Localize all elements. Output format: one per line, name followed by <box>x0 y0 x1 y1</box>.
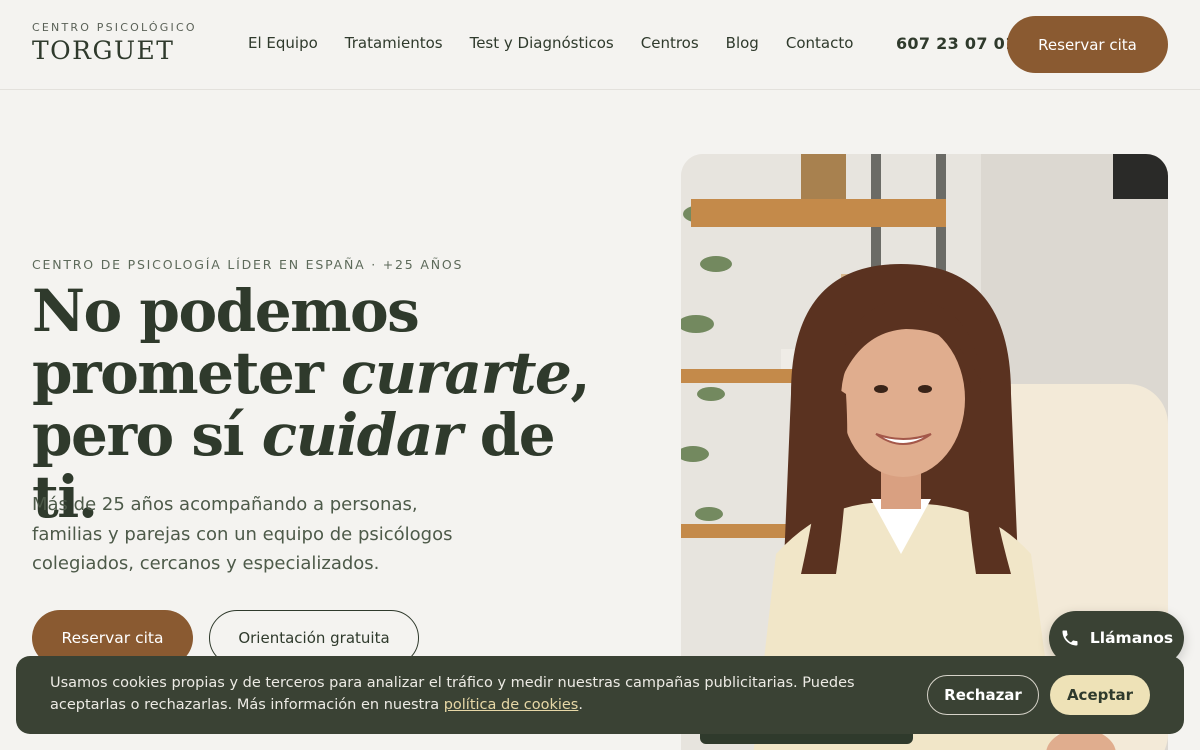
cookie-accept-button[interactable]: Aceptar <box>1050 675 1150 715</box>
cookie-policy-link[interactable]: política de cookies <box>444 697 579 713</box>
logo-subtitle: CENTRO PSICOLÓGICO <box>32 21 197 34</box>
headline-emphasis-curarte: curarte <box>341 339 572 407</box>
main-nav: El Equipo Tratamientos Test y Diagnóstic… <box>248 34 880 52</box>
cookie-message: Usamos cookies propias y de terceros par… <box>50 672 900 716</box>
headline-line-1: No podemos <box>32 277 420 345</box>
call-us-label: Llámanos <box>1089 629 1174 647</box>
nav-item-test-diagnosticos[interactable]: Test y Diagnósticos <box>470 34 614 52</box>
headline-line-3-start: pero sí <box>32 401 262 469</box>
cookie-banner: Usamos cookies propias y de terceros par… <box>16 656 1184 734</box>
cookie-reject-button[interactable]: Rechazar <box>927 675 1039 715</box>
hero-lead-paragraph: Más de 25 años acompañando a personas, f… <box>32 494 453 574</box>
nav-item-el-equipo[interactable]: El Equipo <box>248 34 318 52</box>
header-book-button[interactable]: Reservar cita <box>1007 16 1168 73</box>
cookie-message-end: . <box>578 697 583 713</box>
nav-item-contacto[interactable]: Contacto <box>786 34 854 52</box>
nav-item-tratamientos[interactable]: Tratamientos <box>345 34 443 52</box>
logo-name: TORGUET <box>32 36 175 65</box>
nav-item-blog[interactable]: Blog <box>726 34 759 52</box>
header-phone-link[interactable]: 607 23 07 01 <box>896 34 1017 53</box>
hero-eyebrow: CENTRO DE PSICOLOGÍA LÍDER EN ESPAÑA · +… <box>32 257 464 272</box>
headline-line-2-start: prometer <box>32 339 342 407</box>
site-header: CENTRO PSICOLÓGICO TORGUET El Equipo Tra… <box>0 0 1200 90</box>
headline-line-2-end: , <box>570 339 590 407</box>
headline-emphasis-cuidar: cuidar <box>261 401 463 469</box>
logo[interactable]: CENTRO PSICOLÓGICO TORGUET <box>32 21 197 65</box>
nav-item-centros[interactable]: Centros <box>641 34 699 52</box>
phone-icon <box>1062 630 1078 646</box>
